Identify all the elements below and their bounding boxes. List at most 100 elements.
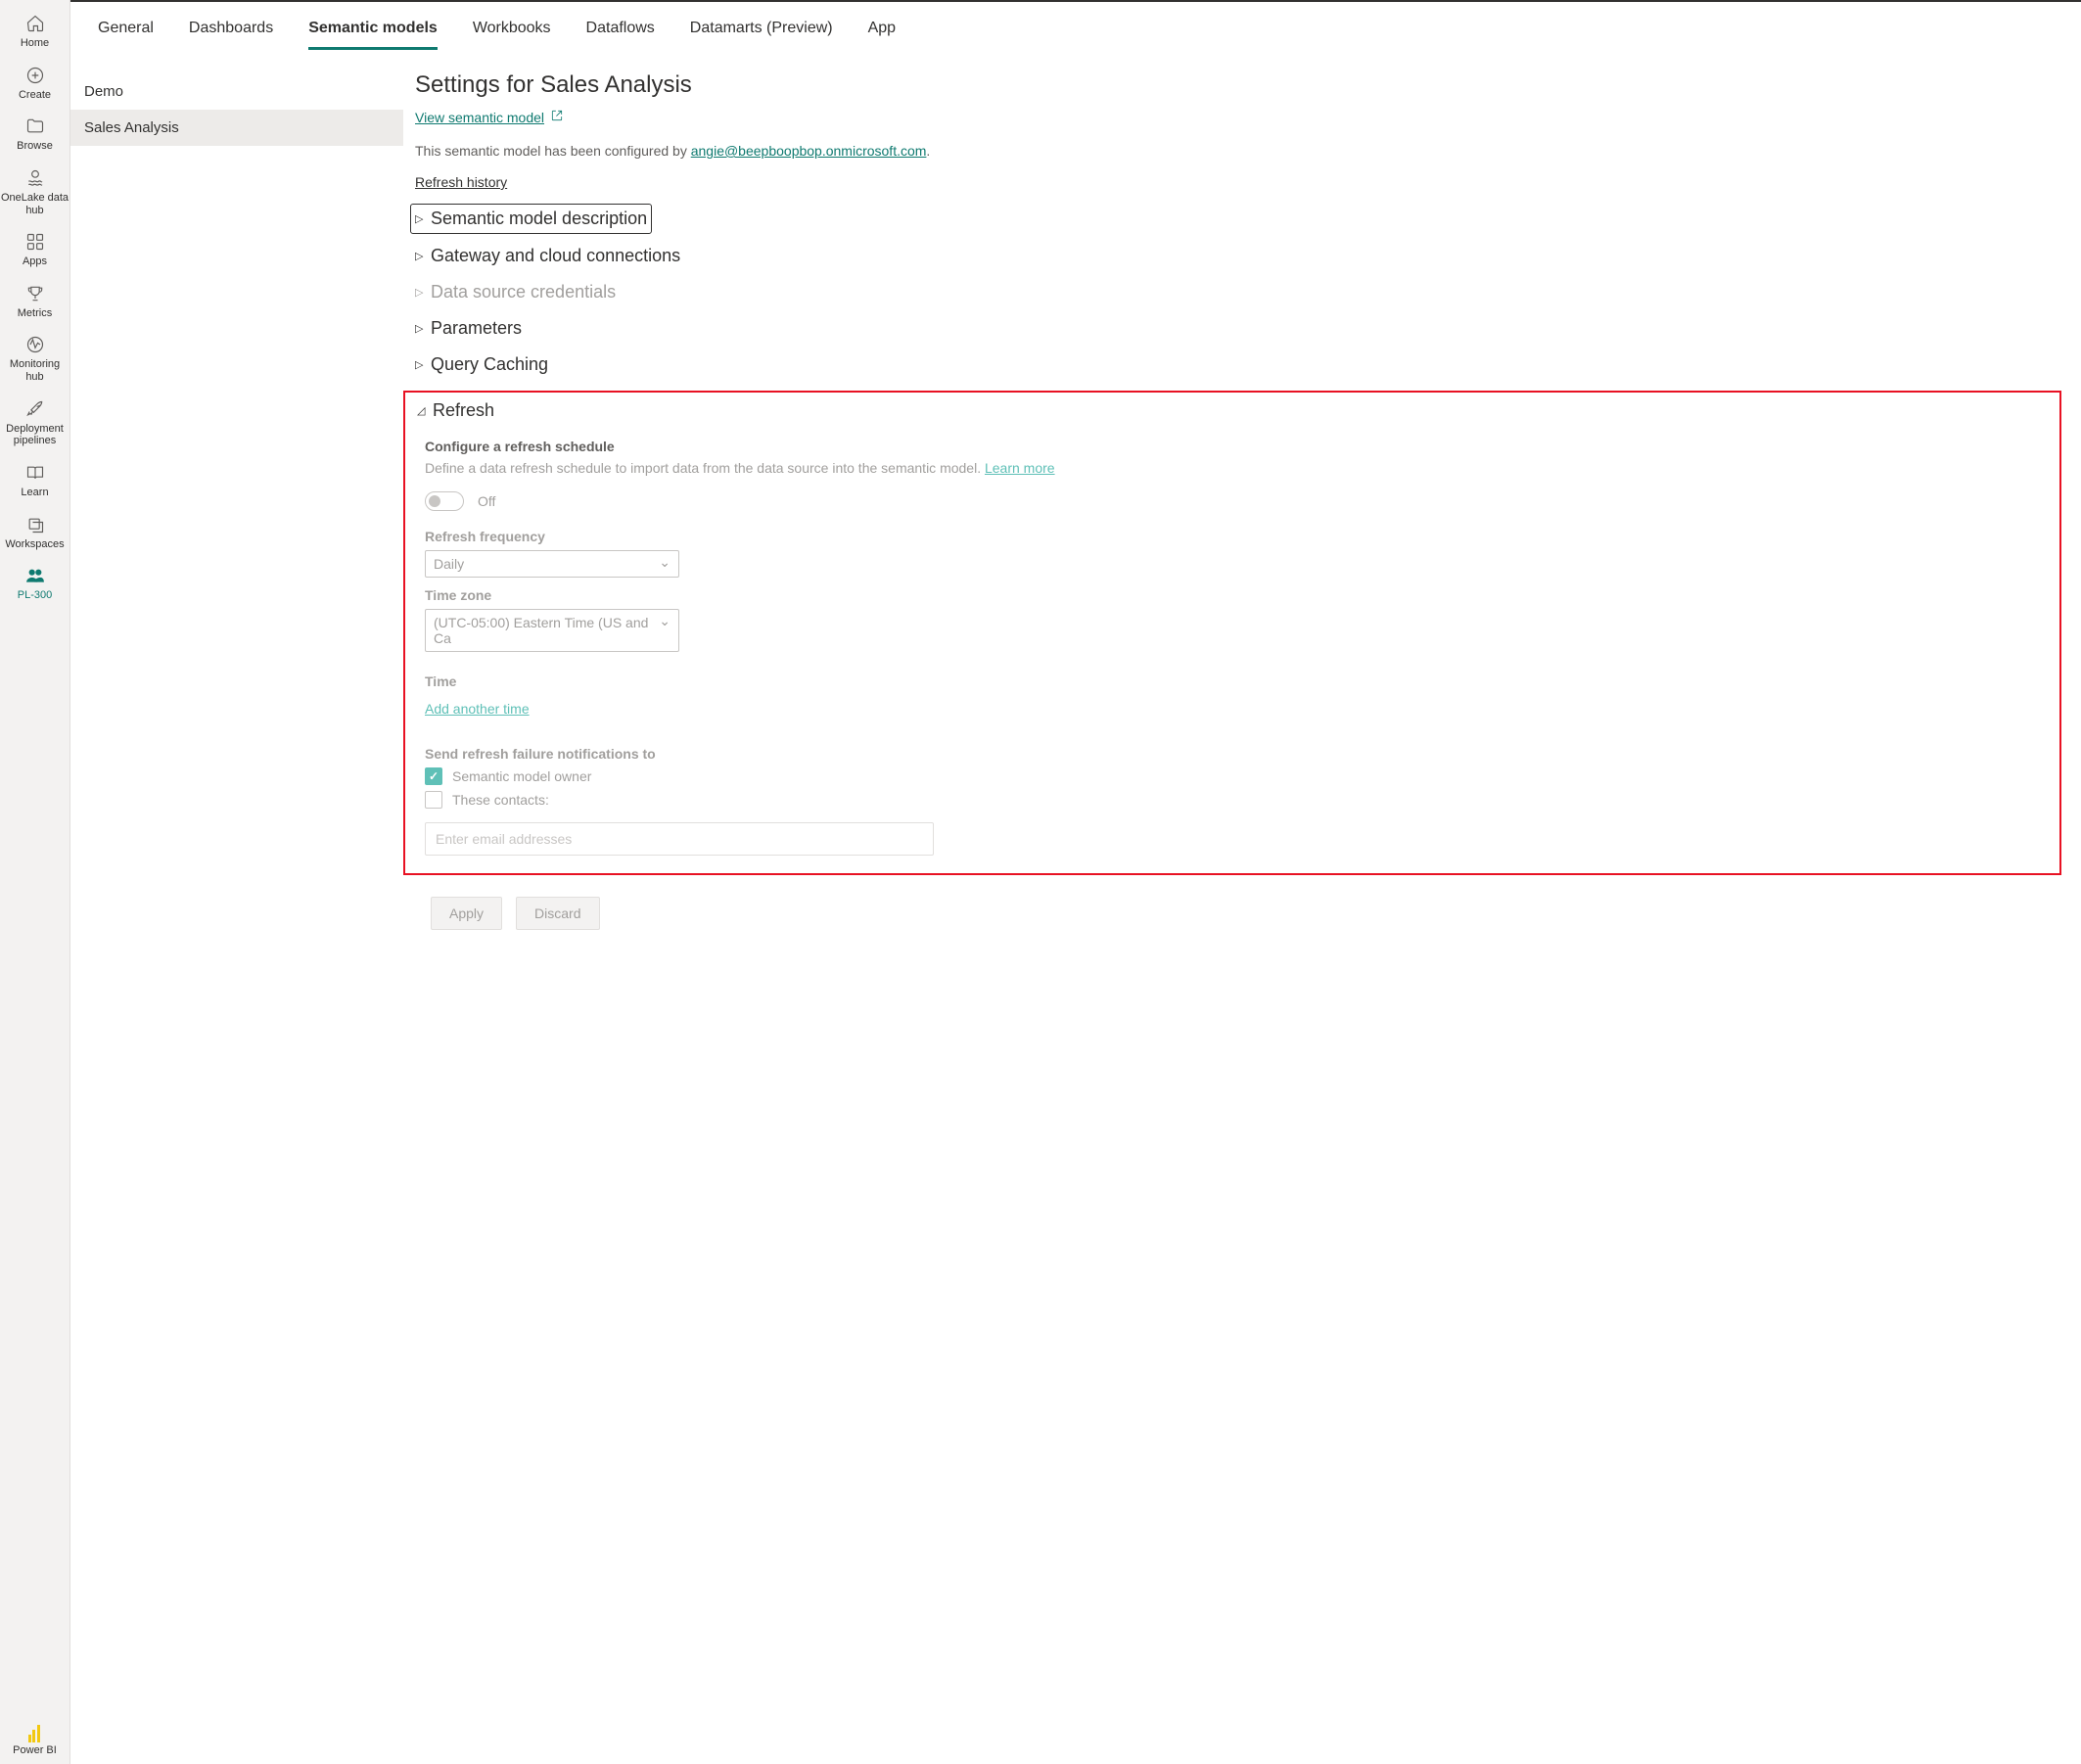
list-item-sales-analysis[interactable]: Sales Analysis — [70, 110, 403, 146]
section-title: Gateway and cloud connections — [431, 246, 680, 266]
section-gateway[interactable]: ▷ Gateway and cloud connections — [415, 238, 2061, 274]
add-another-time-link[interactable]: Add another time — [425, 701, 530, 717]
rocket-icon — [23, 397, 47, 421]
discard-button[interactable]: Discard — [516, 897, 599, 930]
view-semantic-model-label: View semantic model — [415, 110, 544, 125]
tab-app[interactable]: App — [868, 2, 896, 49]
toggle-state-label: Off — [478, 493, 495, 509]
rail-label: Monitoring hub — [0, 358, 69, 383]
time-label: Time — [425, 673, 2050, 689]
powerbi-logo-icon — [28, 1725, 42, 1742]
settings-accordion: ▷ Semantic model description ▷ Gateway a… — [415, 200, 2061, 875]
tab-semantic-models[interactable]: Semantic models — [308, 2, 438, 49]
trophy-icon — [23, 282, 47, 305]
configured-by-suffix: . — [926, 143, 930, 159]
tab-general[interactable]: General — [98, 2, 154, 49]
settings-detail: Settings for Sales Analysis View semanti… — [403, 50, 2081, 1764]
highlighted-refresh-section: ◿ Refresh Configure a refresh schedule D… — [403, 391, 2061, 875]
page-title: Settings for Sales Analysis — [415, 71, 2061, 99]
activity-circle-icon — [23, 333, 47, 356]
section-title: Parameters — [431, 318, 522, 339]
rail-item-learn[interactable]: Learn — [0, 453, 69, 505]
toggle-knob — [429, 495, 440, 507]
triangle-right-icon: ▷ — [415, 250, 427, 262]
list-item-demo[interactable]: Demo — [70, 73, 403, 110]
rail-item-apps[interactable]: Apps — [0, 222, 69, 274]
rail-item-monitoring[interactable]: Monitoring hub — [0, 325, 69, 389]
refresh-description: Define a data refresh schedule to import… — [425, 460, 2050, 476]
database-waves-icon — [23, 166, 47, 190]
section-datasource-credentials: ▷ Data source credentials — [415, 274, 2061, 310]
section-parameters[interactable]: ▷ Parameters — [415, 310, 2061, 347]
refresh-frequency-select[interactable]: Daily — [425, 550, 679, 578]
notify-owner-checkbox[interactable] — [425, 767, 442, 785]
rail-label: Browse — [17, 140, 53, 153]
notify-owner-label: Semantic model owner — [452, 768, 591, 784]
rail-label: Workspaces — [5, 538, 64, 551]
section-refresh[interactable]: ◿ Refresh — [409, 393, 2050, 429]
rail-item-deployment[interactable]: Deployment pipelines — [0, 390, 69, 453]
home-icon — [23, 12, 47, 35]
rail-item-browse[interactable]: Browse — [0, 107, 69, 159]
rail-item-create[interactable]: Create — [0, 56, 69, 108]
rail-footer-powerbi[interactable]: Power BI — [0, 1725, 69, 1764]
rail-label: Apps — [23, 255, 47, 268]
triangle-right-icon: ▷ — [415, 286, 427, 299]
refresh-frequency-label: Refresh frequency — [425, 529, 2050, 544]
left-nav-rail: Home Create Browse OneLake data hub Apps… — [0, 0, 70, 1764]
notify-label: Send refresh failure notifications to — [425, 746, 2050, 762]
main-region: General Dashboards Semantic models Workb… — [70, 0, 2081, 1764]
tab-datamarts[interactable]: Datamarts (Preview) — [690, 2, 833, 49]
open-external-icon — [550, 109, 564, 125]
rail-label: Metrics — [18, 307, 52, 320]
triangle-right-icon: ▷ — [415, 358, 427, 371]
settings-tabs: General Dashboards Semantic models Workb… — [70, 2, 2081, 50]
refresh-frequency-value: Daily — [434, 556, 464, 572]
notify-contacts-checkbox[interactable] — [425, 791, 442, 809]
timezone-value: (UTC-05:00) Eastern Time (US and Ca — [434, 615, 648, 646]
refresh-history-link[interactable]: Refresh history — [415, 174, 507, 190]
rail-label: PL-300 — [18, 589, 52, 602]
section-title: Semantic model description — [431, 209, 647, 229]
triangle-right-icon: ▷ — [415, 212, 427, 225]
rail-label: OneLake data hub — [0, 192, 69, 216]
configured-by-email[interactable]: angie@beepboopbop.onmicrosoft.com — [691, 143, 927, 159]
book-open-icon — [23, 461, 47, 485]
triangle-down-icon: ◿ — [417, 404, 429, 417]
refresh-subtitle: Configure a refresh schedule — [425, 439, 2050, 454]
plus-circle-icon — [23, 64, 47, 87]
apply-button[interactable]: Apply — [431, 897, 502, 930]
rail-item-pl300[interactable]: PL-300 — [0, 556, 69, 608]
notify-contacts-label: These contacts: — [452, 792, 549, 808]
section-semantic-description[interactable]: ▷ Semantic model description — [410, 204, 652, 234]
learn-more-link[interactable]: Learn more — [985, 460, 1055, 476]
rail-footer-label: Power BI — [13, 1744, 57, 1756]
rail-label: Home — [21, 37, 49, 50]
refresh-description-text: Define a data refresh schedule to import… — [425, 460, 985, 476]
configured-by-prefix: This semantic model has been configured … — [415, 143, 691, 159]
configured-by-line: This semantic model has been configured … — [415, 143, 2061, 159]
section-title: Refresh — [433, 400, 494, 421]
stack-icon — [23, 513, 47, 536]
apps-grid-icon — [23, 230, 47, 254]
triangle-right-icon: ▷ — [415, 322, 427, 335]
contacts-email-input[interactable] — [425, 822, 934, 856]
section-title: Query Caching — [431, 354, 548, 375]
tab-workbooks[interactable]: Workbooks — [473, 2, 551, 49]
rail-label: Create — [19, 89, 51, 102]
people-icon — [23, 564, 47, 587]
tab-dashboards[interactable]: Dashboards — [189, 2, 273, 49]
refresh-schedule-toggle[interactable] — [425, 491, 464, 511]
rail-label: Learn — [21, 487, 48, 499]
tab-dataflows[interactable]: Dataflows — [586, 2, 655, 49]
section-query-caching[interactable]: ▷ Query Caching — [415, 347, 2061, 383]
rail-item-onelake[interactable]: OneLake data hub — [0, 159, 69, 222]
rail-item-workspaces[interactable]: Workspaces — [0, 505, 69, 557]
section-title: Data source credentials — [431, 282, 616, 302]
rail-label: Deployment pipelines — [0, 423, 69, 447]
timezone-select[interactable]: (UTC-05:00) Eastern Time (US and Ca — [425, 609, 679, 652]
rail-item-metrics[interactable]: Metrics — [0, 274, 69, 326]
view-semantic-model-link[interactable]: View semantic model — [415, 109, 564, 125]
rail-item-home[interactable]: Home — [0, 4, 69, 56]
timezone-label: Time zone — [425, 587, 2050, 603]
